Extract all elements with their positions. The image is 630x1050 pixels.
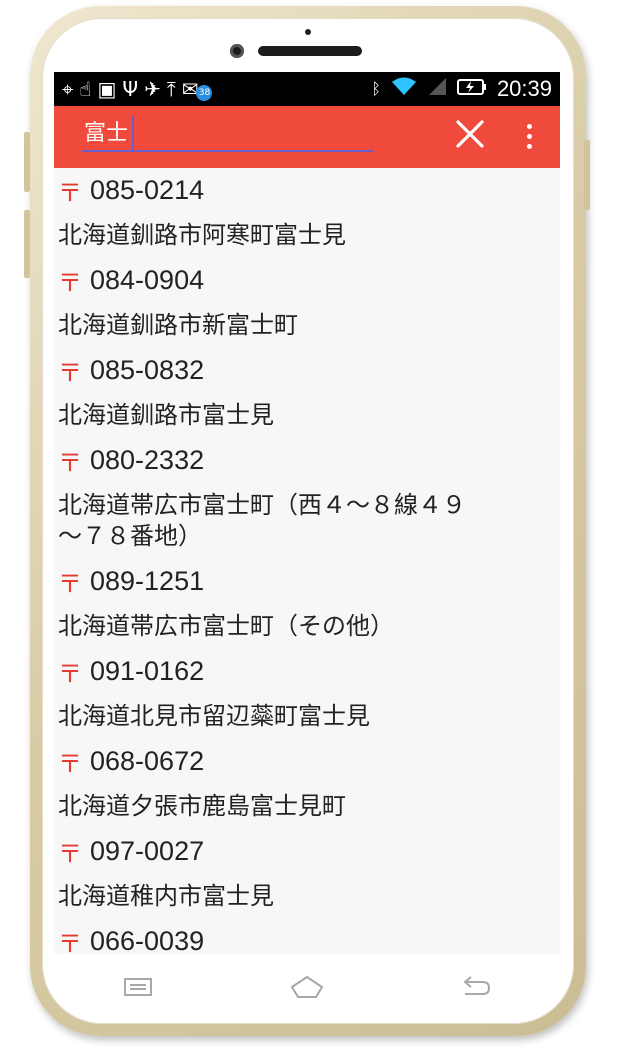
postal-mark-icon: 〒 <box>58 750 82 778</box>
satellite-icon: ✈ <box>144 77 161 101</box>
back-icon <box>463 976 490 995</box>
list-item[interactable]: 〒 085-0214 北海道釧路市阿寒町富士見 <box>54 168 560 258</box>
postal-code: 〒 085-0214 <box>58 175 205 207</box>
list-item[interactable]: 〒 097-0027 北海道稚内市富士見 <box>54 829 560 919</box>
recent-apps-button[interactable] <box>108 967 168 1007</box>
side-button-volume <box>24 132 30 192</box>
list-item[interactable]: 〒 084-0904 北海道釧路市新富士町 <box>54 258 560 348</box>
list-item[interactable]: 〒 091-0162 北海道北見市留辺蘂町富士見 <box>54 649 560 739</box>
address: 北海道釧路市富士見 <box>58 401 274 429</box>
gps-icon: ⌖ <box>62 77 74 101</box>
postal-mark-icon: 〒 <box>58 449 82 477</box>
android-debug-icon: ▣ <box>97 77 117 101</box>
overflow-menu-button[interactable] <box>514 114 544 158</box>
upload-icon: ⤒ <box>166 77 176 101</box>
postal-code: 〒 068-0672 <box>58 746 205 778</box>
list-item[interactable]: 〒 068-0672 北海道夕張市鹿島富士見町 <box>54 739 560 829</box>
address: 北海道夕張市鹿島富士見町 <box>58 792 346 820</box>
address: 北海道帯広市富士町（その他） <box>58 612 394 640</box>
search-toolbar <box>54 106 560 168</box>
address: 北海道釧路市阿寒町富士見 <box>58 221 346 249</box>
hand-icon: ☝ <box>79 77 92 101</box>
postal-mark-icon: 〒 <box>58 269 82 297</box>
postal-code: 〒 080-2332 <box>58 445 205 477</box>
navigation-bar <box>54 954 560 1020</box>
back-button[interactable] <box>446 967 506 1007</box>
close-icon <box>456 120 484 148</box>
clock: 20:39 <box>496 76 552 101</box>
proximity-sensor <box>305 29 311 35</box>
postal-mark-icon: 〒 <box>58 359 82 387</box>
recent-apps-icon <box>124 978 153 996</box>
earpiece-speaker <box>258 46 362 56</box>
list-item[interactable]: 〒 080-2332 北海道帯広市富士町（西４～８線４９～７８番地） <box>54 438 560 559</box>
address: 北海道釧路市新富士町 <box>58 311 298 339</box>
results-list: 〒 085-0214 北海道釧路市阿寒町富士見 〒 084-0904 北海道釧路市新… <box>54 168 560 954</box>
address: 北海道北見市留辺蘂町富士見 <box>58 702 370 730</box>
more-vert-icon <box>526 123 532 129</box>
home-button[interactable] <box>277 967 337 1007</box>
postal-code: 〒 084-0904 <box>58 265 205 297</box>
notification-badge: 38 <box>196 85 213 101</box>
postal-mark-icon: 〒 <box>58 930 82 954</box>
postal-mark-icon: 〒 <box>58 570 82 598</box>
signal-icon <box>427 76 447 102</box>
text-cursor <box>132 116 134 150</box>
postal-code: 〒 066-0039 <box>58 919 560 954</box>
wifi-icon <box>391 76 417 102</box>
list-item[interactable]: 〒 066-0039 <box>54 919 560 954</box>
search-input[interactable] <box>82 114 374 148</box>
battery-charging-icon <box>456 76 487 102</box>
status-bar: ⌖ ☝ ▣ Ψ ✈ ⤒ ✉ 38 ᛒ 20:39 <box>54 72 560 106</box>
address: 北海道帯広市富士町（西４～８線４９～７８番地） <box>58 491 466 550</box>
clear-search-button[interactable] <box>450 112 490 156</box>
home-icon <box>290 975 324 998</box>
postal-code: 〒 089-1251 <box>58 566 205 598</box>
postal-code: 〒 091-0162 <box>58 656 205 688</box>
front-camera <box>230 44 244 58</box>
search-underline <box>82 150 374 152</box>
postal-mark-icon: 〒 <box>58 179 82 207</box>
list-item[interactable]: 〒 089-1251 北海道帯広市富士町（その他） <box>54 559 560 649</box>
postal-mark-icon: 〒 <box>58 840 82 868</box>
side-button-right <box>584 140 590 210</box>
usb-icon: Ψ <box>122 77 139 101</box>
postal-code: 〒 097-0027 <box>58 836 205 868</box>
side-button-power <box>24 210 30 278</box>
address: 北海道稚内市富士見 <box>58 882 274 910</box>
postal-mark-icon: 〒 <box>58 660 82 688</box>
list-item[interactable]: 〒 085-0832 北海道釧路市富士見 <box>54 348 560 438</box>
bluetooth-icon: ᛒ <box>371 79 381 98</box>
postal-code: 〒 085-0832 <box>58 355 205 387</box>
screen: ⌖ ☝ ▣ Ψ ✈ ⤒ ✉ 38 ᛒ 20:39 富士 〒 085-0214 北… <box>54 72 560 954</box>
